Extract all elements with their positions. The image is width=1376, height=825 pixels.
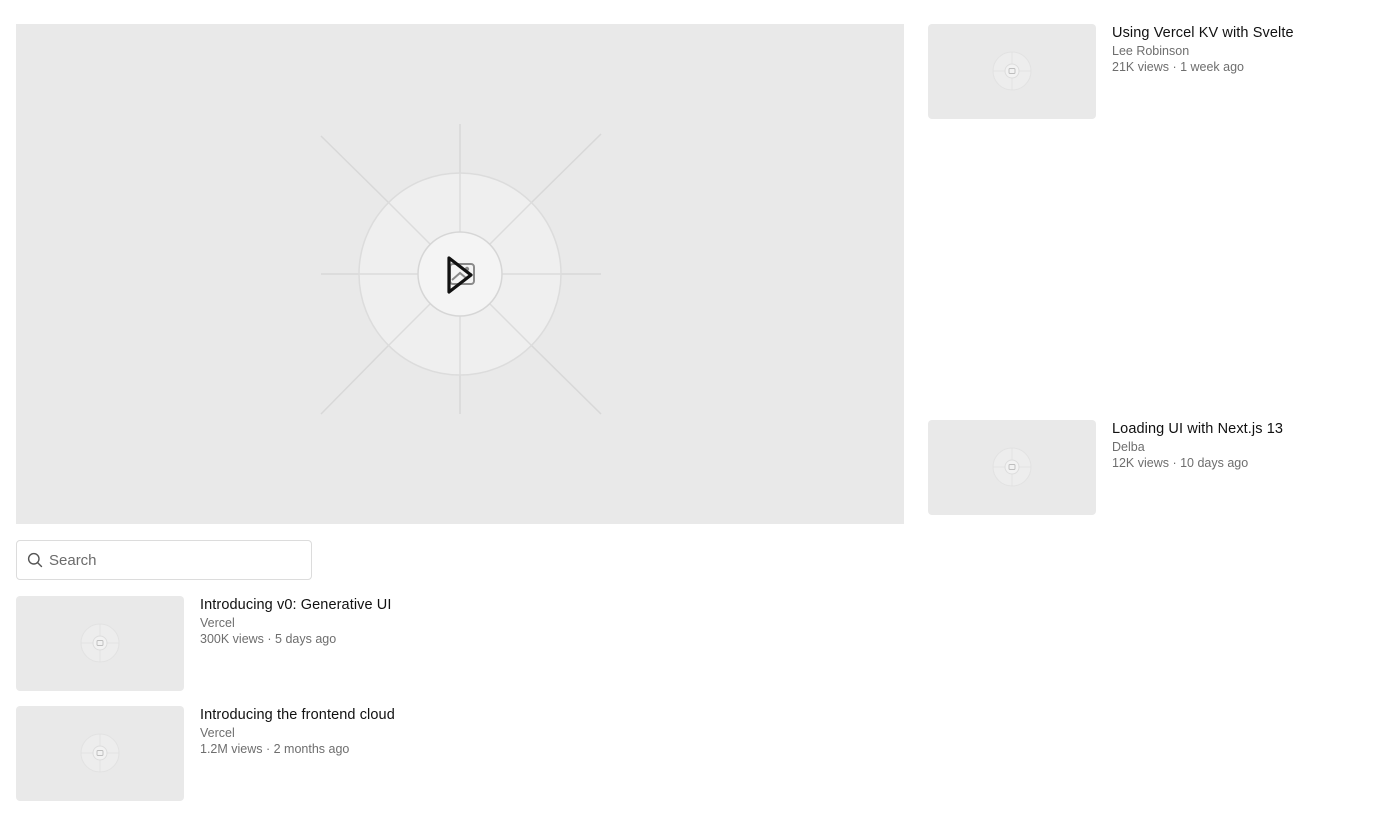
search-icon <box>27 552 43 568</box>
search-box[interactable] <box>16 540 312 580</box>
placeholder-image-icon <box>80 623 120 663</box>
video-player[interactable] <box>16 24 904 524</box>
list-video-card[interactable]: Introducing v0: Generative UI Vercel 300… <box>16 596 436 692</box>
video-author: Delba <box>1112 440 1145 454</box>
search-input[interactable] <box>49 541 299 579</box>
video-meta: 1.2M views · 2 months ago <box>200 742 350 756</box>
video-title[interactable]: Introducing the frontend cloud <box>200 707 395 723</box>
sidebar-video-card[interactable]: Using Vercel KV with Svelte Lee Robinson… <box>928 24 1348 120</box>
video-thumbnail[interactable] <box>928 24 1096 119</box>
video-title[interactable]: Introducing v0: Generative UI <box>200 597 392 613</box>
placeholder-image-icon <box>992 51 1032 91</box>
video-title[interactable]: Loading UI with Next.js 13 <box>1112 421 1283 437</box>
list-video-card[interactable]: Introducing the frontend cloud Vercel 1.… <box>16 706 436 802</box>
video-meta: 12K views · 10 days ago <box>1112 456 1249 470</box>
video-author: Vercel <box>200 616 235 630</box>
play-icon[interactable] <box>446 255 474 295</box>
video-meta: 21K views · 1 week ago <box>1112 60 1245 74</box>
placeholder-image-icon <box>80 733 120 773</box>
video-thumbnail[interactable] <box>928 420 1096 515</box>
video-author: Vercel <box>200 726 235 740</box>
video-meta: 300K views · 5 days ago <box>200 632 337 646</box>
video-author: Lee Robinson <box>1112 44 1190 58</box>
video-thumbnail[interactable] <box>16 596 184 691</box>
sidebar-video-card[interactable]: Loading UI with Next.js 13 Delba 12K vie… <box>928 420 1348 516</box>
video-thumbnail[interactable] <box>16 706 184 801</box>
video-title[interactable]: Using Vercel KV with Svelte <box>1112 25 1294 41</box>
video-page: Using Vercel KV with Svelte Lee Robinson… <box>0 0 1376 825</box>
placeholder-image-icon <box>992 447 1032 487</box>
